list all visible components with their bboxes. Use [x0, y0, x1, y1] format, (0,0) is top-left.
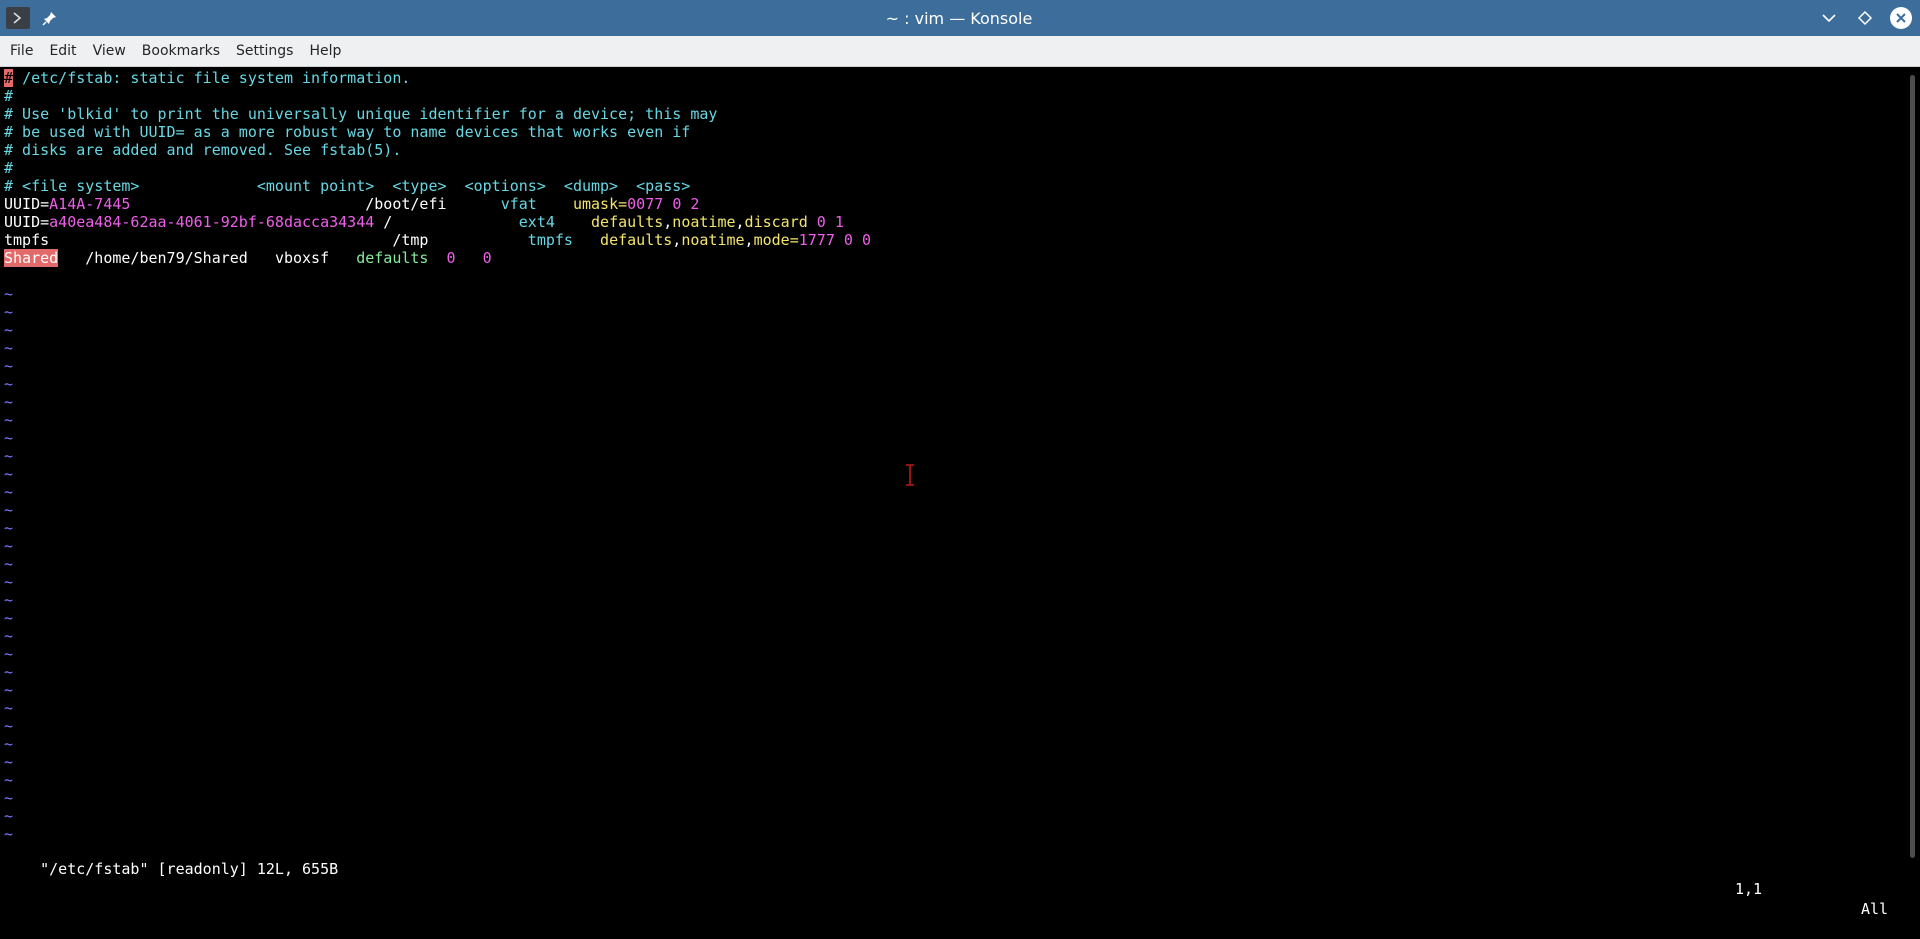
menu-settings[interactable]: Settings: [228, 43, 301, 59]
empty-line-marker: ~: [4, 375, 14, 393]
vim-buffer: # /etc/fstab: static file system informa…: [4, 69, 871, 843]
empty-line-marker: ~: [4, 465, 14, 483]
empty-line-marker: ~: [4, 807, 14, 825]
window-title: ~ : vim — Konsole: [885, 8, 1033, 28]
file-line: # Use 'blkid' to print the universally u…: [4, 105, 718, 123]
cursor: #: [4, 69, 14, 87]
empty-line-marker: ~: [4, 753, 14, 771]
file-line: #: [4, 159, 14, 177]
file-line: # disks are added and removed. See fstab…: [4, 141, 402, 159]
file-line: #: [4, 87, 14, 105]
empty-line-marker: ~: [4, 483, 14, 501]
file-line: # be used with UUID= as a more robust wa…: [4, 123, 691, 141]
status-message: "/etc/fstab" [readonly] 12L, 655B: [40, 860, 339, 878]
menu-bookmarks[interactable]: Bookmarks: [134, 43, 228, 59]
empty-line-marker: ~: [4, 717, 14, 735]
empty-line-marker: ~: [4, 573, 14, 591]
maximize-icon[interactable]: [1854, 7, 1876, 29]
cursor-position: 1,1: [1735, 880, 1763, 898]
menu-bar: File Edit View Bookmarks Settings Help: [0, 36, 1920, 67]
empty-line-marker: ~: [4, 771, 14, 789]
empty-line-marker: ~: [4, 357, 14, 375]
empty-line-marker: ~: [4, 555, 14, 573]
empty-line-marker: ~: [4, 789, 14, 807]
empty-line-marker: ~: [4, 339, 14, 357]
menu-view[interactable]: View: [85, 43, 134, 59]
empty-line-marker: ~: [4, 663, 14, 681]
menu-file[interactable]: File: [2, 43, 41, 59]
terminal-area[interactable]: # /etc/fstab: static file system informa…: [0, 67, 1905, 918]
status-line: "/etc/fstab" [readonly] 12L, 655B 1,1 Al…: [4, 839, 1900, 918]
scrollbar[interactable]: [1905, 67, 1920, 866]
file-line: # /etc/fstab: static file system informa…: [4, 69, 411, 87]
pin-icon[interactable]: [40, 8, 60, 28]
fstab-entry: tmpfs /tmp tmpfs defaults,noatime,mode=1…: [4, 231, 871, 249]
scrollbar-thumb[interactable]: [1910, 75, 1915, 858]
empty-line-marker: ~: [4, 321, 14, 339]
menu-help[interactable]: Help: [301, 43, 349, 59]
empty-line-marker: ~: [4, 681, 14, 699]
search-highlight: Shared: [4, 249, 59, 267]
terminal-icon[interactable]: [6, 7, 30, 29]
empty-line-marker: ~: [4, 429, 14, 447]
empty-line-marker: ~: [4, 303, 14, 321]
empty-line-marker: ~: [4, 609, 14, 627]
empty-line-marker: ~: [4, 519, 14, 537]
empty-line-marker: ~: [4, 645, 14, 663]
title-bar: ~ : vim — Konsole: [0, 0, 1920, 36]
empty-line-marker: ~: [4, 447, 14, 465]
empty-line-marker: ~: [4, 591, 14, 609]
empty-line-marker: ~: [4, 501, 14, 519]
menu-edit[interactable]: Edit: [41, 43, 84, 59]
scroll-indicator: All: [1861, 900, 1889, 918]
empty-line-marker: ~: [4, 285, 14, 303]
file-line: # <file system> <mount point> <type> <op…: [4, 177, 691, 195]
empty-line-marker: ~: [4, 699, 14, 717]
empty-line-marker: ~: [4, 393, 14, 411]
fstab-entry: UUID=a40ea484-62aa-4061-92bf-68dacca3434…: [4, 213, 844, 231]
shared-line: Shared /home/ben79/Shared vboxsf default…: [4, 249, 492, 267]
empty-line-marker: ~: [4, 411, 14, 429]
minimize-icon[interactable]: [1818, 7, 1840, 29]
empty-line-marker: ~: [4, 537, 14, 555]
empty-line-marker: ~: [4, 627, 14, 645]
empty-line-marker: ~: [4, 735, 14, 753]
text-cursor-icon: [906, 464, 914, 486]
fstab-entry: UUID=A14A-7445 /boot/efi vfat umask=0077…: [4, 195, 700, 213]
close-icon[interactable]: [1890, 7, 1912, 29]
